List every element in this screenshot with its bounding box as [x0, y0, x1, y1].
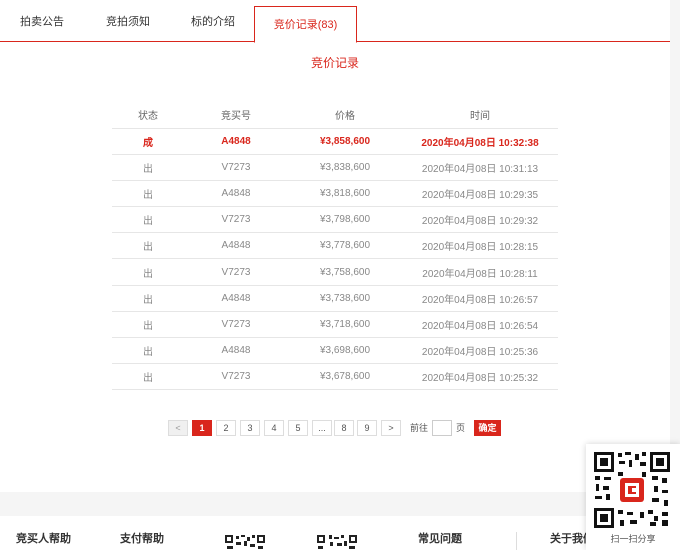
- page-4-button[interactable]: 4: [264, 420, 284, 436]
- footer-link-bidder-help[interactable]: 竞买人帮助: [16, 530, 71, 546]
- bidder-id-cell: A4848: [184, 128, 288, 155]
- table-row: 出 V7273 ¥3,758,600 2020年04月08日 10:28:11: [112, 258, 558, 286]
- bidder-id-cell: V7273: [184, 311, 288, 339]
- qr-code-icon: [592, 450, 672, 530]
- tab-bar: 拍卖公告 竞拍须知 标的介绍 竞价记录(83): [0, 6, 670, 43]
- time-cell: 2020年04月08日 10:26:57: [402, 285, 558, 312]
- tab-bidding-rules[interactable]: 竞拍须知: [84, 6, 172, 42]
- qr-caption: 扫一扫分享: [610, 534, 656, 544]
- table-row: 出 V7273 ¥3,838,600 2020年04月08日 10:31:13: [112, 154, 558, 181]
- main-panel: 拍卖公告 竞拍须知 标的介绍 竞价记录(83) 竞价记录 状态 竞买号 价格 时…: [0, 0, 670, 492]
- goto-confirm-button[interactable]: 确定: [474, 420, 501, 436]
- table-row: 出 A4848 ¥3,698,600 2020年04月08日 10:25:36: [112, 337, 558, 365]
- table-row: 出 A4848 ¥3,818,600 2020年04月08日 10:29:35: [112, 180, 558, 208]
- section-title: 竞价记录: [310, 56, 359, 70]
- share-qr-widget[interactable]: 扫一扫分享: [586, 444, 680, 550]
- bid-records-table: 状态 竞买号 价格 时间 成 A4848 ¥3,858,600 2020年04月08日…: [112, 102, 558, 391]
- status-cell: 出: [112, 154, 184, 181]
- time-cell: 2020年04月08日 10:25:32: [402, 363, 558, 391]
- footer-link-payment-help[interactable]: 支付帮助: [120, 530, 164, 546]
- status-cell: 出: [112, 285, 184, 312]
- tab-auction-notice[interactable]: 拍卖公告: [0, 6, 84, 42]
- price-cell: ¥3,838,600: [288, 154, 402, 181]
- goto-page-input[interactable]: [432, 420, 452, 436]
- time-cell: 2020年04月08日 10:31:13: [402, 154, 558, 181]
- qr-code-icon: [224, 534, 266, 550]
- next-page-button[interactable]: >: [381, 420, 401, 436]
- table-row: 出 A4848 ¥3,738,600 2020年04月08日 10:26:57: [112, 285, 558, 312]
- footer-link-faq[interactable]: 常见问题: [418, 530, 462, 546]
- page-9-button[interactable]: 9: [357, 420, 377, 436]
- status-cell: 出: [112, 311, 184, 339]
- time-cell: 2020年04月08日 10:28:15: [402, 232, 558, 260]
- time-cell: 2020年04月08日 10:28:11: [402, 258, 558, 286]
- qr-code-icon: [316, 534, 358, 550]
- page-3-button[interactable]: 3: [240, 420, 260, 436]
- column-header-bidder: 竞买号: [184, 102, 288, 129]
- footer: 竞买人帮助 支付帮助 常见问题 关于我们: [0, 516, 680, 550]
- bidder-id-cell: A4848: [184, 337, 288, 365]
- status-cell: 出: [112, 232, 184, 260]
- bidder-id-cell: A4848: [184, 285, 288, 312]
- bidder-id-cell: V7273: [184, 206, 288, 234]
- status-cell: 出: [112, 180, 184, 208]
- time-cell: 2020年04月08日 10:26:54: [402, 311, 558, 339]
- pagination: < 1 2 3 4 5 ... 8 9 > 前往 页 确定: [0, 420, 680, 436]
- price-cell: ¥3,778,600: [288, 232, 402, 260]
- goto-label: 前往: [410, 423, 429, 433]
- time-cell: 2020年04月08日 10:29:32: [402, 206, 558, 234]
- page-1-button[interactable]: 1: [192, 420, 212, 436]
- table-row: 出 V7273 ¥3,678,600 2020年04月08日 10:25:32: [112, 363, 558, 391]
- tab-bid-records[interactable]: 竞价记录(83): [254, 6, 357, 43]
- column-header-status: 状态: [112, 102, 184, 129]
- price-cell: ¥3,718,600: [288, 311, 402, 339]
- page-ellipsis[interactable]: ...: [312, 420, 332, 436]
- status-cell: 成: [112, 128, 184, 155]
- table-row: 成 A4848 ¥3,858,600 2020年04月08日 10:32:38: [112, 128, 558, 155]
- status-cell: 出: [112, 363, 184, 391]
- page-5-button[interactable]: 5: [288, 420, 308, 436]
- price-cell: ¥3,698,600: [288, 337, 402, 365]
- time-cell: 2020年04月08日 10:25:36: [402, 337, 558, 365]
- status-cell: 出: [112, 337, 184, 365]
- table-row: 出 V7273 ¥3,798,600 2020年04月08日 10:29:32: [112, 206, 558, 234]
- footer-divider: [516, 532, 517, 550]
- table-header-row: 状态 竞买号 价格 时间: [112, 102, 558, 129]
- bidder-id-cell: A4848: [184, 180, 288, 208]
- price-cell: ¥3,798,600: [288, 206, 402, 234]
- price-cell: ¥3,818,600: [288, 180, 402, 208]
- time-cell: 2020年04月08日 10:29:35: [402, 180, 558, 208]
- page-2-button[interactable]: 2: [216, 420, 236, 436]
- bidder-id-cell: V7273: [184, 363, 288, 391]
- prev-page-button[interactable]: <: [168, 420, 188, 436]
- status-cell: 出: [112, 258, 184, 286]
- bidder-id-cell: A4848: [184, 232, 288, 260]
- price-cell: ¥3,678,600: [288, 363, 402, 391]
- price-cell: ¥3,858,600: [288, 128, 402, 155]
- bidder-id-cell: V7273: [184, 154, 288, 181]
- price-cell: ¥3,738,600: [288, 285, 402, 312]
- page-8-button[interactable]: 8: [334, 420, 354, 436]
- time-cell: 2020年04月08日 10:32:38: [402, 128, 558, 155]
- page-unit-label: 页: [456, 423, 466, 433]
- table-row: 出 V7273 ¥3,718,600 2020年04月08日 10:26:54: [112, 311, 558, 339]
- bidder-id-cell: V7273: [184, 258, 288, 286]
- column-header-time: 时间: [402, 102, 558, 129]
- column-header-price: 价格: [288, 102, 402, 129]
- tab-item-intro[interactable]: 标的介绍: [172, 6, 254, 42]
- table-row: 出 A4848 ¥3,778,600 2020年04月08日 10:28:15: [112, 232, 558, 260]
- price-cell: ¥3,758,600: [288, 258, 402, 286]
- status-cell: 出: [112, 206, 184, 234]
